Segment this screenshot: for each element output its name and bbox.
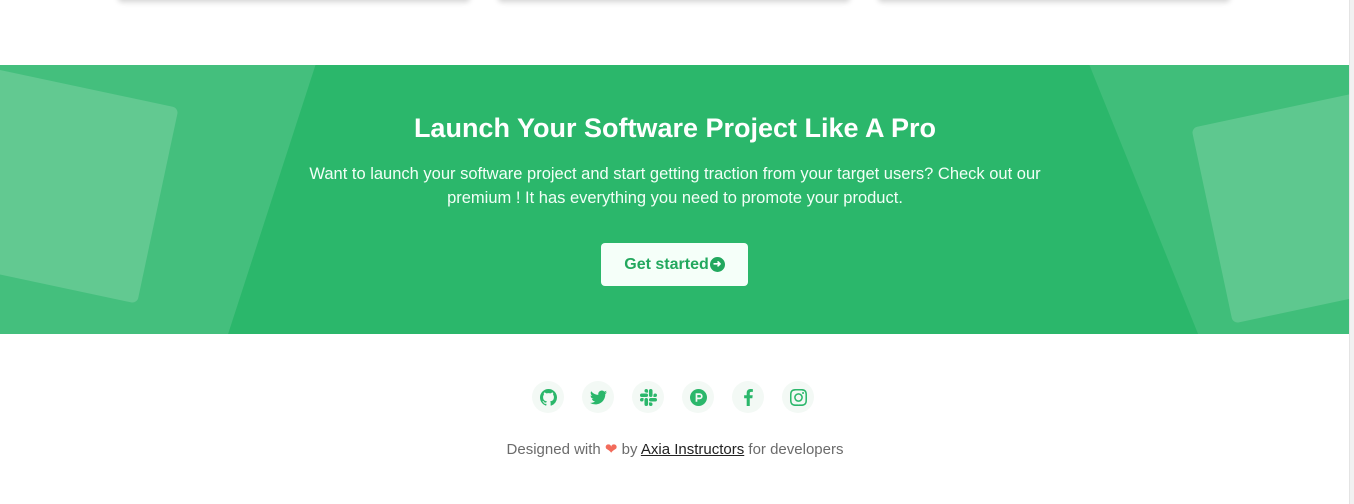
- producthunt-icon: [689, 388, 707, 406]
- cta-description: Want to launch your software project and…: [309, 165, 1041, 207]
- github-link[interactable]: [532, 381, 564, 413]
- slack-link[interactable]: [632, 381, 664, 413]
- facebook-link[interactable]: [732, 381, 764, 413]
- heart-icon: ❤: [604, 441, 618, 458]
- author-link[interactable]: Axia Instructors: [641, 441, 744, 458]
- page: Launch Your Software Project Like A Pro …: [0, 0, 1354, 504]
- get-started-label: Get started: [624, 255, 709, 273]
- cta-title: Launch Your Software Project Like A Pro: [413, 113, 937, 143]
- cta-section: Launch Your Software Project Like A Pro …: [0, 65, 1350, 334]
- credit-prefix: Designed with: [506, 441, 601, 458]
- social-links: [532, 381, 814, 413]
- facebook-icon: [743, 388, 753, 406]
- slack-icon: [639, 388, 657, 406]
- credit-suffix: for developers: [748, 441, 844, 458]
- footer-credit: Designed with ❤ by Axia Instructors for …: [0, 440, 1350, 458]
- github-icon: [539, 388, 557, 406]
- twitter-icon: [589, 390, 607, 404]
- instagram-icon: [789, 388, 807, 406]
- instagram-link[interactable]: [782, 381, 814, 413]
- twitter-link[interactable]: [582, 381, 614, 413]
- arrow-right-circle-icon: ➜: [709, 257, 725, 272]
- credit-by: by: [621, 441, 638, 458]
- scrollbar[interactable]: [1349, 0, 1354, 504]
- producthunt-link[interactable]: [682, 381, 714, 413]
- get-started-button[interactable]: Get started ➜: [601, 243, 748, 286]
